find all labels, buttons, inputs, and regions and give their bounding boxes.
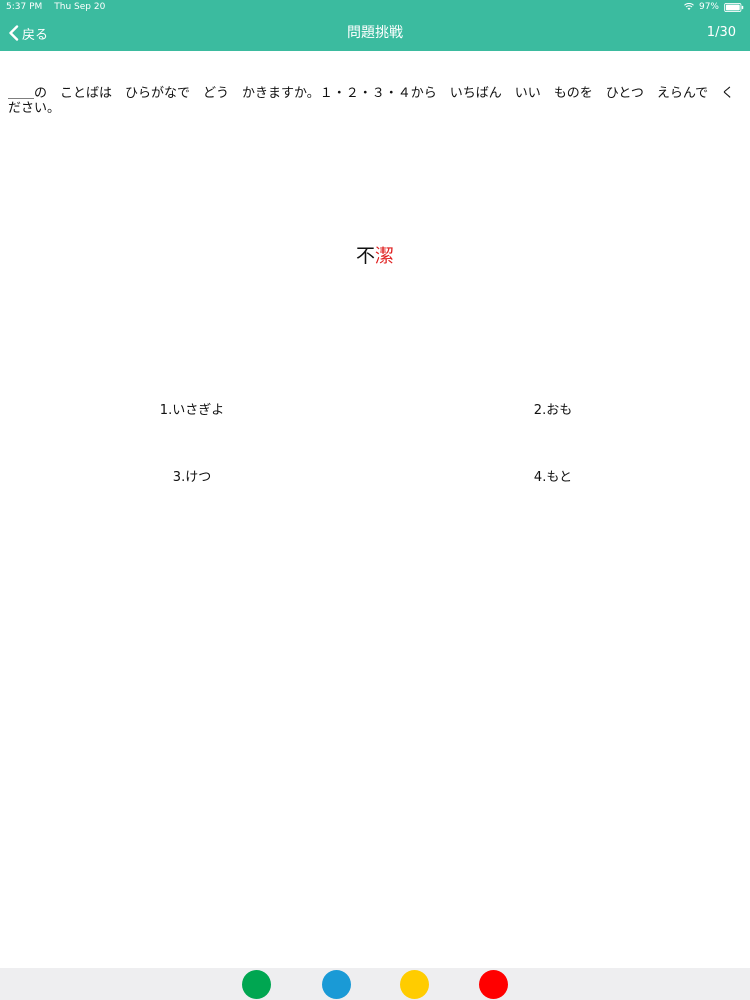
target-word-highlight: 潔 xyxy=(375,245,395,267)
answer-option-3[interactable]: 3.けつ xyxy=(92,468,292,488)
bottom-tray xyxy=(0,968,750,1000)
green-dot-button[interactable] xyxy=(242,970,271,999)
status-time: 5:37 PM xyxy=(6,2,43,12)
battery-percent: 97% xyxy=(698,2,719,12)
answer-option-1[interactable]: 1.いさぎよ xyxy=(92,401,292,421)
question-instruction: ＿＿の ことばは ひらがなで どう かきますか。１・２・３・４から いちばん い… xyxy=(8,86,735,116)
answer-option-4[interactable]: 4.もと xyxy=(453,468,653,488)
page-title: 問題挑戦 xyxy=(347,25,403,41)
status-bar: 5:37 PM Thu Sep 20 97% xyxy=(0,0,750,14)
battery-icon xyxy=(724,2,744,12)
header: 5:37 PM Thu Sep 20 97% 戻る 問題挑戦 1/30 xyxy=(0,0,750,51)
yellow-dot-button[interactable] xyxy=(400,970,429,999)
nav-bar: 戻る 問題挑戦 1/30 xyxy=(0,14,750,51)
question-counter: 1/30 xyxy=(706,25,736,40)
status-left: 5:37 PM Thu Sep 20 xyxy=(6,0,105,14)
target-word: 不潔 xyxy=(0,243,750,269)
target-word-prefix: 不 xyxy=(355,245,375,267)
wifi-icon xyxy=(684,3,694,10)
blue-dot-button[interactable] xyxy=(322,970,351,999)
status-right: 97% xyxy=(684,0,744,14)
answer-option-2[interactable]: 2.おも xyxy=(453,401,653,421)
red-dot-button[interactable] xyxy=(479,970,508,999)
quiz-screen: 5:37 PM Thu Sep 20 97% 戻る 問題挑戦 1/30 ＿＿の … xyxy=(0,0,750,1000)
status-date: Thu Sep 20 xyxy=(54,2,106,12)
